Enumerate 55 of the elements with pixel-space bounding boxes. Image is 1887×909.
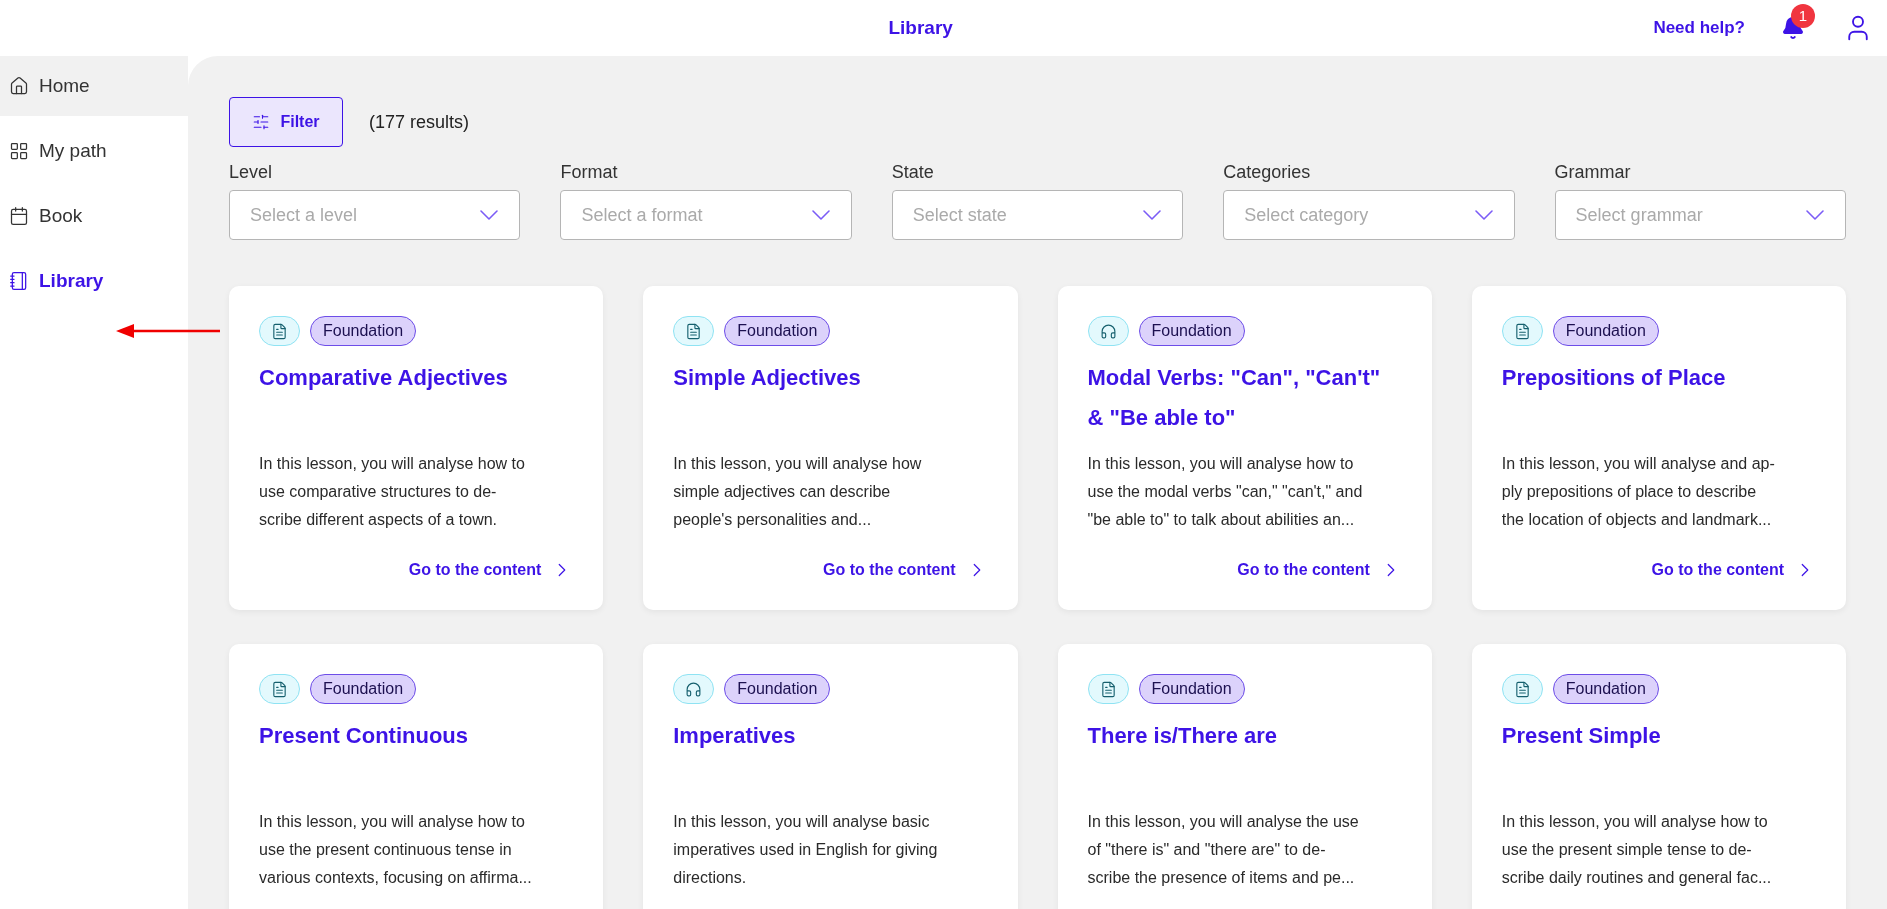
lesson-description: In this lesson, you will analyse basic imperatives used in English for giving directions. bbox=[673, 812, 939, 888]
lesson-title[interactable]: Present Simple bbox=[1501, 716, 1816, 756]
sidebar-item[interactable]: Home bbox=[0, 56, 188, 116]
document-icon bbox=[1513, 680, 1531, 698]
calendar-icon bbox=[9, 206, 29, 226]
level-tag: Foundation bbox=[310, 674, 417, 704]
sliders-icon bbox=[252, 113, 271, 131]
content-link[interactable]: Go to the content bbox=[1651, 558, 1816, 582]
lesson-description: In this lesson, you will analyse the use of "there is" and "there are" to de- scribe the presence of items and pe... bbox=[1087, 812, 1360, 888]
sidebar-item[interactable]: Book bbox=[0, 186, 188, 246]
sidebar-item[interactable]: My path bbox=[0, 121, 188, 181]
lesson-title[interactable]: Present Continuous bbox=[259, 716, 574, 756]
page-title: Library bbox=[888, 15, 953, 40]
filter-button[interactable]: Filter bbox=[229, 97, 343, 147]
lesson-description: In this lesson, you will analyse how to use the present continuous tense in various contexts, focusing on affirma... bbox=[259, 812, 533, 888]
document-icon bbox=[271, 322, 288, 340]
level-tag: Foundation bbox=[1138, 316, 1245, 346]
lesson-title[interactable]: Modal Verbs: "Can", "Can't" & "Be able to" bbox=[1087, 358, 1402, 438]
document-icon bbox=[271, 680, 288, 698]
lesson-title[interactable]: Prepositions of Place bbox=[1501, 358, 1816, 398]
level-tag: Foundation bbox=[1552, 316, 1659, 346]
document-icon bbox=[1513, 322, 1531, 340]
dropdown-label: Grammar bbox=[1554, 161, 1632, 184]
content-link[interactable]: Go to the content bbox=[1237, 558, 1402, 582]
lesson-description: In this lesson, you will analyse how to use comparative structures to de- scribe different aspects of a town. bbox=[259, 454, 526, 530]
grid-icon bbox=[9, 141, 29, 161]
help-link[interactable]: Need help? bbox=[1653, 15, 1745, 41]
dropdown-label: Level bbox=[229, 161, 274, 184]
sidebar-item[interactable]: Library bbox=[0, 251, 188, 311]
home-icon bbox=[9, 76, 29, 96]
lesson-title[interactable]: Comparative Adjectives bbox=[259, 358, 574, 398]
lesson-description: In this lesson, you will analyse and ap- ply prepositions of place to describe the location of objects and landmark... bbox=[1501, 454, 1776, 530]
lesson-description: In this lesson, you will analyse how to use the modal verbs "can," "can't," and "be able to" to talk about abilities an... bbox=[1087, 454, 1364, 530]
dropdown-label: State bbox=[891, 161, 935, 184]
lesson-title[interactable]: There is/There are bbox=[1087, 716, 1402, 756]
level-tag: Foundation bbox=[724, 674, 831, 704]
dropdown-label: Categories bbox=[1223, 161, 1312, 184]
document-icon bbox=[685, 322, 703, 340]
lesson-description: In this lesson, you will analyse how to use the present simple tense to de- scribe daily routines and general fac... bbox=[1501, 812, 1773, 888]
results-count: (177 results) bbox=[369, 110, 470, 134]
dropdown-label: Format bbox=[560, 161, 619, 184]
content-link[interactable]: Go to the content bbox=[408, 558, 574, 582]
notebook-icon bbox=[9, 271, 29, 291]
document-icon bbox=[1099, 680, 1117, 698]
level-tag: Foundation bbox=[1552, 674, 1659, 704]
notification-badge: 1 bbox=[1791, 4, 1815, 28]
content-link[interactable]: Go to the content bbox=[823, 558, 988, 582]
level-tag: Foundation bbox=[724, 316, 831, 346]
level-tag: Foundation bbox=[1138, 674, 1245, 704]
level-tag: Foundation bbox=[310, 316, 417, 346]
headphones-icon bbox=[685, 680, 703, 698]
lesson-title[interactable]: Simple Adjectives bbox=[673, 358, 988, 398]
lesson-title[interactable]: Imperatives bbox=[673, 716, 988, 756]
lesson-description: In this lesson, you will analyse how simple adjectives can describe people's personalities and... bbox=[673, 454, 923, 530]
headphones-icon bbox=[1099, 322, 1117, 340]
